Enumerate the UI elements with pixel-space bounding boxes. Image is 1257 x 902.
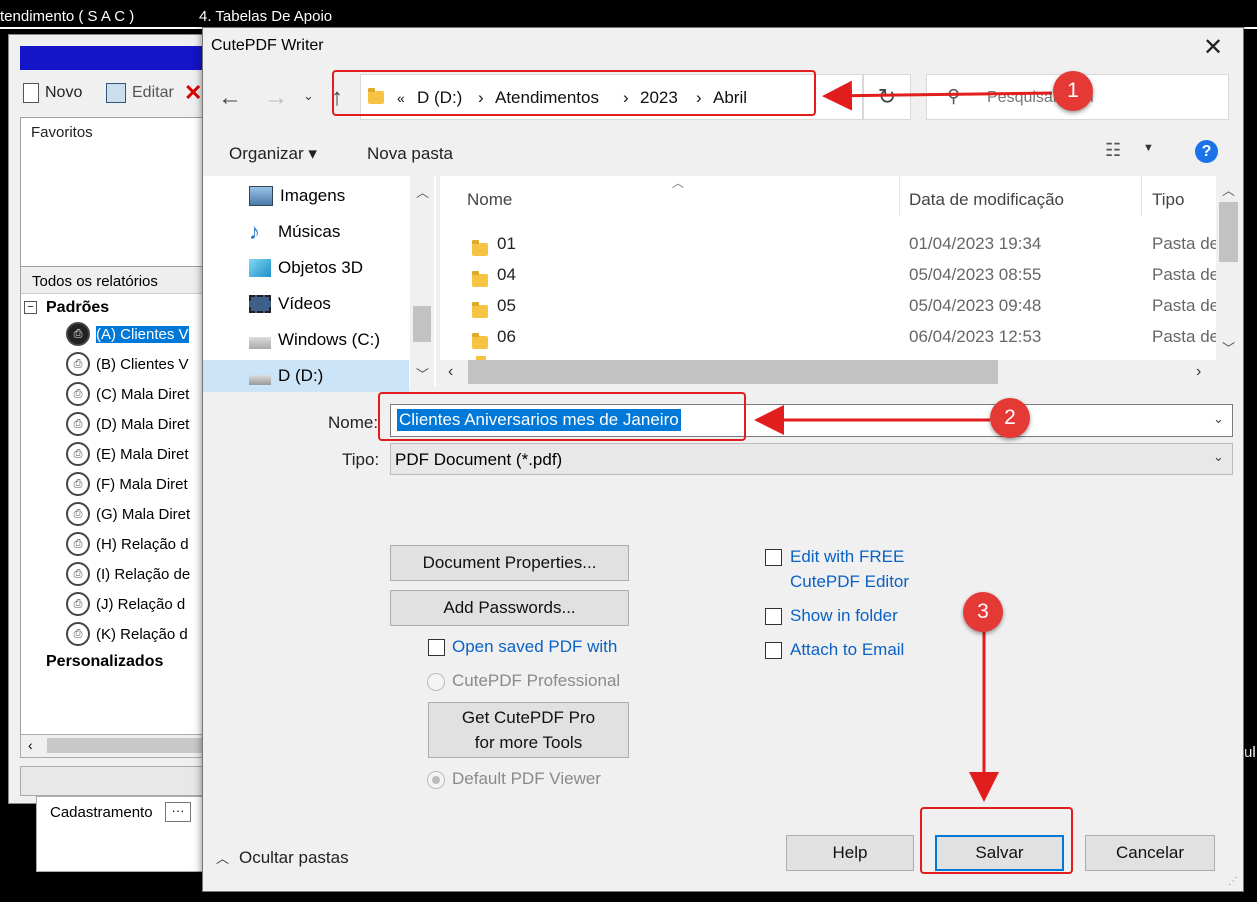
annotation-badge-2: 2 xyxy=(990,398,1030,438)
annotation-arrows xyxy=(754,80,1053,802)
annotation-badge-1: 1 xyxy=(1053,71,1093,111)
arrow-to-address xyxy=(822,80,1053,111)
annotation-badge-3: 3 xyxy=(963,592,1003,632)
